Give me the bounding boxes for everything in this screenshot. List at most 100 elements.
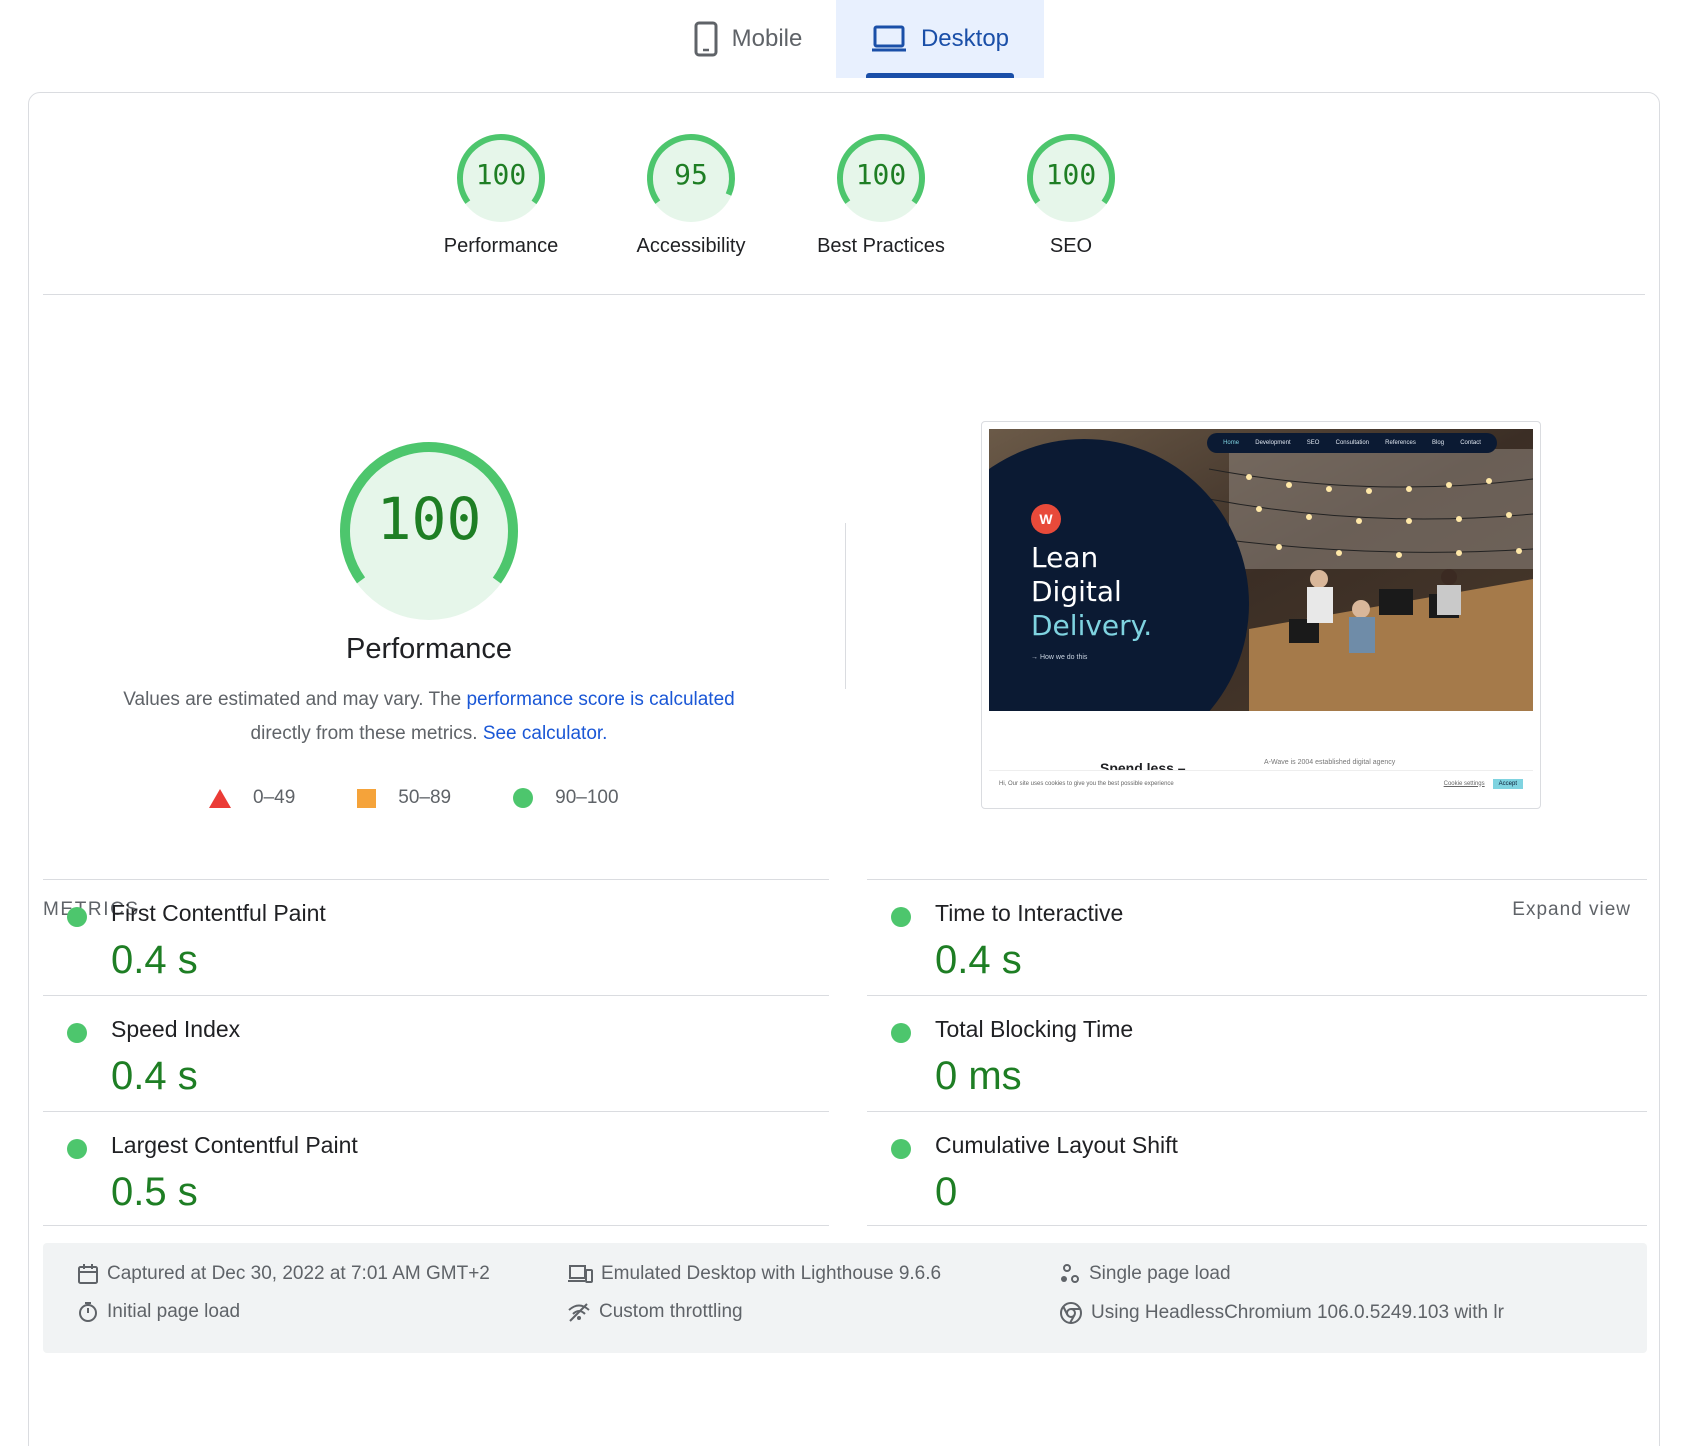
pass-circle-icon <box>67 1139 87 1159</box>
legend-average: 50–89 <box>357 787 451 809</box>
metric-name: Largest Contentful Paint <box>111 1132 358 1158</box>
initial-load-info: Initial page load <box>77 1301 240 1323</box>
score-legend: 0–49 50–89 90–100 <box>209 783 681 813</box>
metric-speed-index: Speed Index 0.4 s <box>43 995 829 1120</box>
score-gauges: 100 Performance 95 Accessibility 100 Bes… <box>29 133 1659 283</box>
final-screenshot[interactable]: Home Development SEO Consultation Refere… <box>981 421 1541 809</box>
desc-text: Values are estimated and may vary. The <box>123 689 467 710</box>
metric-value: 0.4 s <box>111 938 198 982</box>
headline-line: Delivery. <box>1031 609 1153 642</box>
legend-range: 50–89 <box>398 787 452 808</box>
nodes-icon <box>1061 1264 1079 1283</box>
see-calculator-link[interactable]: See calculator. <box>483 723 608 744</box>
brand-logo: W <box>1031 504 1061 534</box>
cookie-accept: Accept <box>1492 778 1523 789</box>
browser-info: Using HeadlessChromium 106.0.5249.103 wi… <box>1059 1301 1504 1325</box>
browser-text: Using HeadlessChromium 106.0.5249.103 wi… <box>1091 1302 1504 1323</box>
gauge-score: 100 <box>1045 157 1097 191</box>
divider <box>43 1225 829 1226</box>
report-card: 100 Performance 95 Accessibility 100 Bes… <box>28 92 1660 1446</box>
tab-desktop-label: Desktop <box>920 25 1010 52</box>
mobile-icon <box>694 21 718 57</box>
tab-mobile[interactable]: Mobile <box>660 0 836 78</box>
metric-lcp: Largest Contentful Paint 0.5 s <box>43 1111 829 1236</box>
gauge-label: Accessibility <box>636 235 746 257</box>
nav-item: Contact <box>1460 440 1481 446</box>
cookie-text: Hi, Our site uses cookies to give you th… <box>999 780 1174 787</box>
screenshot-hero: Home Development SEO Consultation Refere… <box>989 429 1533 711</box>
metric-name: Cumulative Layout Shift <box>935 1132 1178 1158</box>
triangle-icon <box>209 788 231 808</box>
initial-text: Initial page load <box>107 1301 241 1322</box>
divider <box>43 294 1645 295</box>
pass-circle-icon <box>891 1139 911 1159</box>
emulated-info: Emulated Desktop with Lighthouse 9.6.6 <box>567 1263 941 1285</box>
metric-value: 0 ms <box>935 1054 1022 1098</box>
tab-desktop[interactable]: Desktop <box>836 0 1044 78</box>
metric-value: 0 <box>935 1170 958 1214</box>
device-tabs: Mobile Desktop <box>0 0 1686 78</box>
screenshot-headline: Lean Digital Delivery. <box>1031 541 1152 643</box>
gauge-ring: 95 <box>646 133 736 223</box>
metric-name: Time to Interactive <box>935 900 1124 926</box>
gauge-label: Best Practices <box>817 235 945 257</box>
metric-tbt: Total Blocking Time 0 ms <box>867 995 1647 1120</box>
gauge-performance[interactable]: 100 Performance <box>411 133 591 258</box>
circle-icon <box>513 788 534 808</box>
vertical-divider <box>845 523 846 689</box>
performance-description: Values are estimated and may vary. The p… <box>89 683 769 751</box>
screenshot-nav: Home Development SEO Consultation Refere… <box>1207 433 1497 453</box>
captured-text: Captured at Dec 30, 2022 at 7:01 AM GMT+… <box>107 1263 490 1284</box>
gauge-label: Performance <box>443 235 559 257</box>
metric-name: First Contentful Paint <box>111 900 326 926</box>
metric-fcp: First Contentful Paint 0.4 s <box>43 879 829 1004</box>
metric-name: Total Blocking Time <box>935 1016 1134 1042</box>
nav-item: References <box>1385 440 1416 446</box>
gauge-score: 95 <box>674 157 708 191</box>
tab-mobile-label: Mobile <box>731 25 803 52</box>
screenshot-cta: → How we do this <box>1031 654 1088 661</box>
single-load-info: Single page load <box>1059 1263 1231 1285</box>
gauge-seo[interactable]: 100 SEO <box>981 133 1161 258</box>
gauge-accessibility[interactable]: 95 Accessibility <box>601 133 781 258</box>
performance-title: Performance <box>345 633 512 665</box>
performance-score-large: 100 <box>376 485 482 553</box>
runtime-settings: Captured at Dec 30, 2022 at 7:01 AM GMT+… <box>43 1243 1647 1353</box>
gauge-score: 100 <box>855 157 907 191</box>
score-calculated-link[interactable]: performance score is calculated <box>466 689 734 710</box>
gauge-ring: 100 <box>1026 133 1116 223</box>
gauge-ring: 100 <box>836 133 926 223</box>
calendar-icon <box>78 1264 98 1284</box>
pass-circle-icon <box>891 907 911 927</box>
throttling-info: Custom throttling <box>567 1301 743 1323</box>
legend-fail: 0–49 <box>209 787 295 809</box>
metric-value: 0.4 s <box>935 938 1022 982</box>
nav-item: Blog <box>1432 440 1445 446</box>
nav-item: SEO <box>1306 440 1320 446</box>
single-text: Single page load <box>1089 1263 1231 1284</box>
desc-text: directly from these metrics. <box>250 723 483 744</box>
stopwatch-icon <box>79 1302 97 1322</box>
metric-cls: Cumulative Layout Shift 0 <box>867 1111 1647 1236</box>
metric-tti: Time to Interactive 0.4 s <box>867 879 1647 1004</box>
devices-icon <box>568 1265 593 1283</box>
gauge-label: SEO <box>1049 235 1093 257</box>
screenshot-subtext: A-Wave is 2004 established digital agenc… <box>1264 759 1396 766</box>
performance-gauge-large: 100 <box>339 441 519 621</box>
metric-value: 0.4 s <box>111 1054 198 1098</box>
square-icon <box>357 788 377 808</box>
nav-item: Development <box>1255 440 1291 446</box>
headline-line: Digital <box>1031 575 1122 608</box>
divider <box>867 1225 1647 1226</box>
pass-circle-icon <box>891 1023 911 1043</box>
screenshot-cookie-bar: Hi, Our site uses cookies to give you th… <box>989 770 1533 796</box>
emulated-text: Emulated Desktop with Lighthouse 9.6.6 <box>601 1263 942 1284</box>
pass-circle-icon <box>67 1023 87 1043</box>
legend-range: 0–49 <box>253 787 296 808</box>
gauge-best-practices[interactable]: 100 Best Practices <box>791 133 971 258</box>
cookie-settings: Cookie settings <box>1443 780 1485 787</box>
metric-name: Speed Index <box>111 1016 241 1042</box>
gauge-ring: 100 <box>456 133 546 223</box>
captured-info: Captured at Dec 30, 2022 at 7:01 AM GMT+… <box>77 1263 490 1285</box>
tab-selected-indicator <box>866 73 1014 78</box>
